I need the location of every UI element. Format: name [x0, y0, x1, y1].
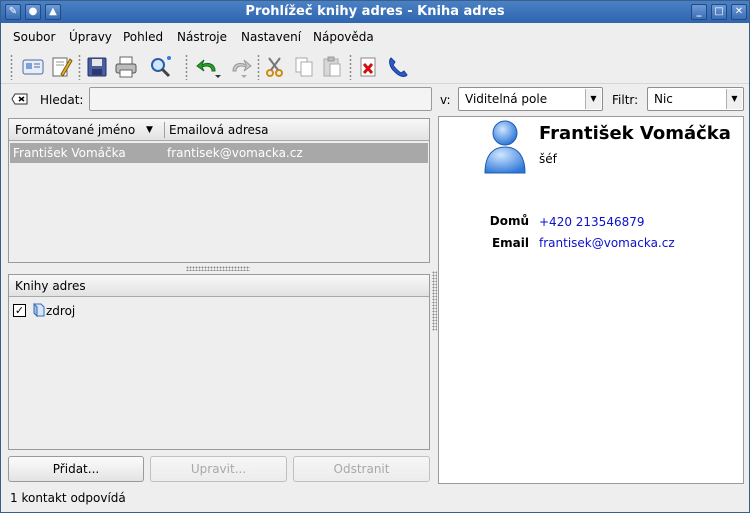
save-icon[interactable]	[84, 54, 110, 80]
minimize-icon[interactable]: _	[691, 4, 707, 20]
phone-icon[interactable]	[385, 54, 411, 80]
contact-list-header: Formátované jméno ▼ Emailová adresa	[9, 119, 429, 141]
status-bar: 1 kontakt odpovídá	[10, 491, 126, 505]
toolbar-grip[interactable]	[78, 54, 81, 80]
edit-button[interactable]: Upravit...	[150, 456, 287, 482]
column-separator[interactable]	[164, 122, 165, 138]
paste-icon[interactable]	[319, 54, 345, 80]
menu-bar: Soubor Úpravy Pohled Nástroje Nastavení …	[1, 24, 749, 50]
contact-detail: František Vomáčka šéf Domů +420 21354687…	[438, 116, 744, 484]
addressbook-checkbox[interactable]: ✓	[13, 304, 26, 317]
toolbar	[1, 50, 749, 84]
toolbar-grip[interactable]	[10, 54, 13, 80]
vertical-splitter[interactable]	[432, 271, 437, 331]
toolbar-grip[interactable]	[185, 54, 188, 80]
window-title: Prohlížeč knihy adres - Kniha adres	[245, 4, 505, 19]
redo-icon[interactable]	[227, 54, 253, 80]
search-label: Hledat:	[40, 93, 84, 107]
search-input[interactable]	[89, 87, 432, 111]
menu-nastroje[interactable]: Nástroje	[177, 30, 227, 44]
app-window: ✎ ● ▲ Prohlížeč knihy adres - Kniha adre…	[0, 0, 750, 513]
menu-pohled[interactable]: Pohled	[123, 30, 163, 44]
avatar	[481, 119, 531, 175]
view-label: v:	[440, 93, 451, 107]
contact-list[interactable]: Formátované jméno ▼ Emailová adresa Fran…	[8, 118, 430, 263]
horizontal-splitter[interactable]	[186, 266, 250, 271]
contact-role: šéf	[539, 152, 557, 166]
delete-icon[interactable]	[355, 54, 381, 80]
menu-upravy[interactable]: Úpravy	[69, 30, 112, 44]
filter-select[interactable]: Nic ▼	[647, 87, 744, 111]
addressbook-list[interactable]: Knihy adres ✓ zdroj	[8, 274, 430, 450]
column-email[interactable]: Emailová adresa	[169, 123, 269, 137]
view-select-value: Viditelná pole	[465, 92, 548, 106]
new-contact-icon[interactable]	[20, 54, 46, 80]
toolbar-grip[interactable]	[257, 54, 260, 80]
menu-soubor[interactable]: Soubor	[13, 30, 55, 44]
cut-icon[interactable]	[262, 54, 288, 80]
add-button[interactable]: Přidat...	[8, 456, 144, 482]
maximize-icon[interactable]: □	[711, 4, 727, 20]
contact-name: František Vomáčka	[539, 123, 731, 144]
email-link[interactable]: frantisek@vomacka.cz	[539, 236, 675, 250]
copy-icon[interactable]	[291, 54, 317, 80]
home-label: Domů	[489, 214, 529, 228]
book-icon	[31, 302, 47, 321]
menu-napoveda[interactable]: Nápověda	[313, 30, 374, 44]
print-icon[interactable]	[113, 54, 139, 80]
menu-nastaveni[interactable]: Nastavení	[241, 30, 301, 44]
clear-search-icon[interactable]	[11, 90, 29, 108]
undo-icon[interactable]	[195, 54, 221, 80]
filter-select-value: Nic	[654, 92, 673, 106]
row-name: František Vomáčka	[13, 146, 126, 160]
remove-button[interactable]: Odstranit	[293, 456, 430, 482]
toolbar-grip[interactable]	[349, 54, 352, 80]
email-label: Email	[491, 236, 529, 250]
edit-contact-icon[interactable]	[48, 54, 74, 80]
table-row[interactable]: František Vomáčka frantisek@vomacka.cz	[10, 143, 428, 163]
title-bar: ✎ ● ▲ Prohlížeč knihy adres - Kniha adre…	[1, 1, 749, 23]
filter-label: Filtr:	[612, 93, 639, 107]
column-formatted-name[interactable]: Formátované jméno	[15, 123, 135, 137]
home-phone-link[interactable]: +420 213546879	[539, 215, 645, 229]
search-bar: Hledat: v: Viditelná pole ▼ Filtr: Nic ▼	[1, 85, 749, 115]
addressbook-name: zdroj	[46, 304, 76, 318]
chevron-down-icon: ▼	[585, 89, 601, 109]
row-email: frantisek@vomacka.cz	[167, 146, 303, 160]
search-icon[interactable]	[147, 54, 173, 80]
list-item[interactable]: ✓ zdroj	[13, 302, 313, 320]
addressbook-header: Knihy adres	[9, 275, 429, 297]
chevron-down-icon: ▼	[726, 89, 742, 109]
addressbook-header-label: Knihy adres	[15, 279, 86, 293]
close-icon[interactable]: ✕	[731, 4, 747, 20]
view-select[interactable]: Viditelná pole ▼	[458, 87, 603, 111]
sort-down-icon: ▼	[146, 125, 153, 135]
